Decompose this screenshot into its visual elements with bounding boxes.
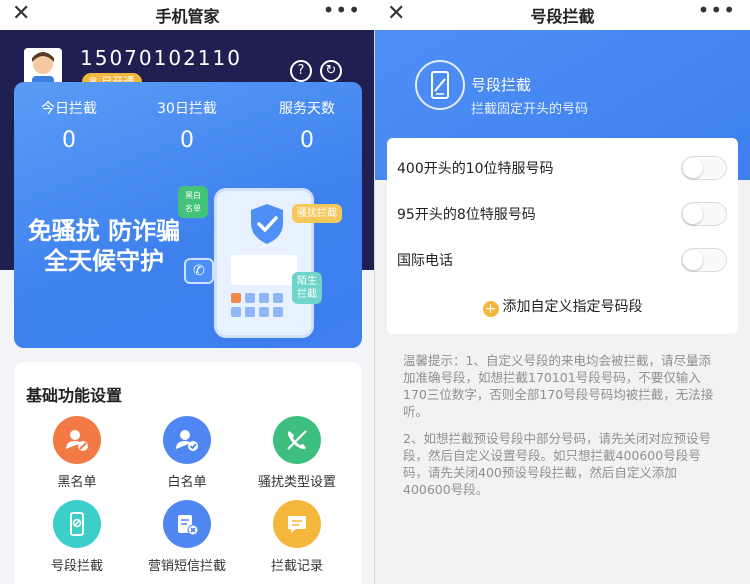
stat-service-days: 服务天数 0	[252, 98, 362, 153]
app-square	[245, 293, 255, 303]
stat-value: 0	[300, 128, 314, 153]
nav-bar: ✕ 号段拦截 •••	[375, 0, 750, 30]
app-square	[259, 307, 269, 317]
app-square	[273, 307, 283, 317]
toggle-switch[interactable]	[681, 202, 727, 226]
func-label: 骚扰类型设置	[257, 475, 336, 490]
check-user-icon	[163, 416, 211, 464]
phone-frame-icon	[53, 500, 101, 548]
app-square	[245, 307, 255, 317]
add-custom-segment-label: 添加自定义指定号码段	[502, 299, 643, 315]
tip-paragraph: 2、如想拦截预设号段中部分号码，请先关闭对应预设号段，然后自定义设置号段。如只想…	[403, 431, 711, 497]
toggle-knob	[683, 158, 703, 178]
func-label: 号段拦截	[50, 559, 103, 574]
stat-30-days: 30日拦截 0	[132, 98, 242, 153]
tips-text: 温馨提示：1、自定义号段的来电均会被拦截，请尽量添加准确号段，如想拦截17010…	[403, 352, 723, 508]
func-marketing-sms-block[interactable]: 营销短信拦截	[132, 500, 242, 574]
stat-label: 30日拦截	[157, 101, 217, 117]
row-international: 国际电话	[397, 248, 727, 272]
func-label: 营销短信拦截	[147, 559, 226, 574]
slogan-line: 全天候守护	[44, 247, 164, 275]
help-icon[interactable]: ?	[290, 60, 312, 82]
stat-value: 0	[62, 128, 76, 153]
nav-bar: ✕ 手机管家 •••	[0, 0, 375, 30]
row-label: 国际电话	[397, 253, 453, 269]
shield-icon	[251, 204, 283, 244]
row-400-service: 400开头的10位特服号码	[397, 156, 727, 180]
stat-label: 今日拦截	[41, 101, 97, 117]
phone-manager-screen: ✕ 手机管家 ••• 15070102110 ♛ 已开通 ? ↻ 今日拦截 0 …	[0, 0, 375, 584]
func-label: 黑名单	[57, 475, 97, 490]
close-icon[interactable]: ✕	[387, 2, 405, 26]
toggle-switch[interactable]	[681, 248, 727, 272]
app-square	[231, 293, 241, 303]
number-segment-block-screen: ✕ 号段拦截 ••• 号段拦截 拦截固定开头的号码 400开头的10位特服号码 …	[375, 0, 750, 584]
close-icon[interactable]: ✕	[12, 2, 30, 26]
content-lines	[231, 255, 297, 285]
section-title: 基础功能设置	[26, 386, 123, 405]
app-square	[231, 307, 241, 317]
plus-icon: +	[482, 301, 499, 317]
func-label: 拦截记录	[270, 559, 323, 574]
tag-stranger-block: 陌生拦截	[292, 272, 322, 304]
add-custom-segment-button[interactable]: + 添加自定义指定号码段	[387, 296, 738, 317]
row-95-service: 95开头的8位特服号码	[397, 202, 727, 226]
row-label: 95开头的8位特服号码	[397, 207, 536, 223]
func-label: 白名单	[167, 475, 207, 490]
stat-label: 服务天数	[279, 101, 335, 117]
stat-today: 今日拦截 0	[14, 98, 124, 153]
func-whitelist[interactable]: 白名单	[132, 416, 242, 490]
block-user-icon	[53, 416, 101, 464]
func-blacklist[interactable]: 黑名单	[22, 416, 132, 490]
phone-frame-icon	[415, 60, 465, 110]
func-harass-type[interactable]: 骚扰类型设置	[242, 416, 352, 490]
hero-subtitle: 拦截固定开头的号码	[471, 102, 589, 117]
slogan: 免骚扰 防诈骗 全天候守护	[24, 216, 184, 276]
phone-block-icon	[273, 416, 321, 464]
tip-paragraph: 温馨提示：1、自定义号段的来电均会被拦截，请尽量添加准确号段，如想拦截17010…	[403, 353, 714, 419]
page-title: 号段拦截	[530, 7, 595, 26]
hero-title: 号段拦截	[471, 76, 532, 94]
stat-value: 0	[180, 128, 194, 153]
func-interception-record[interactable]: 拦截记录	[242, 500, 352, 574]
interception-stats-card: 今日拦截 0 30日拦截 0 服务天数 0 免骚扰 防诈骗 全天候守护 黑白名单…	[14, 82, 362, 348]
record-icon	[273, 500, 321, 548]
slogan-line: 免骚扰 防诈骗	[27, 217, 181, 245]
tag-harass-block: 骚扰拦截	[292, 204, 342, 223]
func-number-segment-block[interactable]: 号段拦截	[22, 500, 132, 574]
refresh-icon[interactable]: ↻	[320, 60, 342, 82]
toggle-switch[interactable]	[681, 156, 727, 180]
preset-segments-card: 400开头的10位特服号码 95开头的8位特服号码 国际电话 + 添加自定义指定号…	[387, 138, 738, 334]
phone-number: 15070102110	[80, 46, 242, 70]
more-icon[interactable]: •••	[698, 0, 736, 20]
page-title: 手机管家	[155, 7, 220, 26]
sms-block-icon	[163, 500, 211, 548]
toggle-knob	[683, 204, 703, 224]
basic-settings-section: 基础功能设置 黑名单 白名单 骚扰类型设置 号段拦截 营销短信拦截 拦截记录	[14, 362, 362, 584]
tag-black-white-list: 黑白名单	[178, 186, 208, 218]
phone-call-icon: ✆	[184, 258, 214, 284]
row-label: 400开头的10位特服号码	[397, 161, 554, 177]
more-icon[interactable]: •••	[323, 0, 361, 20]
app-square	[273, 293, 283, 303]
toggle-knob	[683, 250, 703, 270]
app-square	[259, 293, 269, 303]
